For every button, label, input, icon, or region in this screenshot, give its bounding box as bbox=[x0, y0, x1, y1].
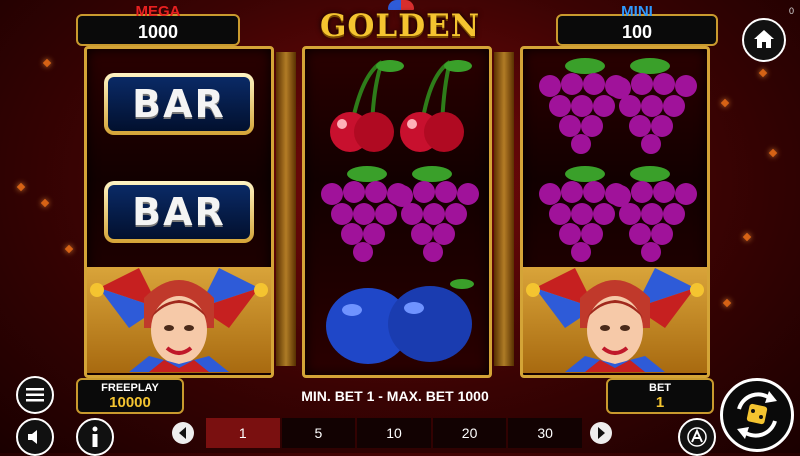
spin-button[interactable] bbox=[720, 378, 794, 452]
speaker-icon bbox=[28, 430, 37, 444]
plums-symbol-icon bbox=[326, 279, 474, 364]
freeplay-label: FREEPLAY bbox=[101, 382, 159, 394]
freeplay-display: FREEPLAY 10000 bbox=[76, 378, 184, 414]
reel-1: BAR BAR bbox=[84, 46, 274, 378]
hamburger-menu-icon bbox=[26, 388, 44, 402]
sparkle bbox=[42, 58, 52, 68]
reel-cell bbox=[87, 267, 271, 373]
home-icon bbox=[754, 30, 774, 48]
sparkle bbox=[16, 182, 26, 192]
sparkle bbox=[742, 232, 752, 242]
bet-option[interactable]: 30 bbox=[508, 418, 582, 448]
bet-value: 1 bbox=[655, 394, 665, 411]
info-icon bbox=[92, 426, 98, 447]
sparkle bbox=[64, 244, 74, 254]
autoplay-button[interactable] bbox=[678, 418, 716, 456]
bet-display: BET 1 bbox=[606, 378, 714, 414]
grapes-symbol-icon bbox=[321, 166, 479, 262]
sparkle bbox=[758, 68, 768, 78]
spin-icon bbox=[737, 391, 777, 439]
bet-selector: 1 5 10 20 30 bbox=[206, 418, 582, 448]
reel-divider bbox=[276, 52, 296, 366]
joker-symbol-icon bbox=[90, 268, 268, 372]
autoplay-icon bbox=[687, 427, 707, 447]
bar-symbol-text: BAR bbox=[132, 82, 226, 126]
bar-symbol-text: BAR bbox=[132, 190, 226, 234]
min-max-bet-text: MIN. BET 1 - MAX. BET 1000 bbox=[301, 388, 489, 404]
bar-symbol: BAR bbox=[104, 181, 254, 243]
sound-button[interactable] bbox=[16, 418, 54, 456]
info-button[interactable] bbox=[76, 418, 114, 456]
cherries-symbol-icon bbox=[330, 60, 472, 152]
sparkle bbox=[40, 198, 50, 208]
mini-jackpot: MINI 100 bbox=[556, 4, 718, 46]
menu-button[interactable] bbox=[16, 376, 54, 414]
freeplay-value: 10000 bbox=[109, 394, 151, 411]
bar-symbol: BAR bbox=[104, 73, 254, 135]
sparkle bbox=[768, 148, 778, 158]
chevron-left-icon bbox=[179, 427, 186, 439]
reel-cell bbox=[305, 267, 489, 373]
reel-2 bbox=[302, 46, 492, 378]
chevron-right-icon bbox=[598, 427, 605, 439]
mini-jackpot-value: 100 bbox=[621, 22, 653, 42]
mini-jackpot-label: MINI bbox=[621, 3, 653, 20]
bet-option[interactable]: 20 bbox=[432, 418, 507, 448]
reel-cell: BAR bbox=[87, 51, 271, 157]
home-button[interactable] bbox=[742, 18, 786, 62]
corner-counter: 0 bbox=[788, 6, 794, 16]
bet-label: BET bbox=[649, 382, 671, 394]
reel-cell bbox=[305, 51, 489, 157]
reel-cell: BAR bbox=[87, 159, 271, 265]
bet-option[interactable]: 5 bbox=[281, 418, 356, 448]
reel-cell bbox=[523, 51, 707, 157]
mega-jackpot: MEGA 1000 bbox=[76, 4, 240, 46]
sparkle bbox=[722, 298, 732, 308]
reel-3 bbox=[520, 46, 710, 378]
reel-divider bbox=[494, 52, 514, 366]
reel-cell bbox=[523, 159, 707, 265]
reel-cell bbox=[305, 159, 489, 265]
bet-prev-button[interactable] bbox=[172, 422, 194, 444]
sparkle bbox=[720, 98, 730, 108]
grapes-symbol-icon bbox=[539, 166, 697, 262]
bet-option[interactable]: 10 bbox=[357, 418, 431, 448]
reel-cell bbox=[523, 267, 707, 373]
bet-option[interactable]: 1 bbox=[206, 418, 280, 448]
bet-next-button[interactable] bbox=[590, 422, 612, 444]
joker-symbol-icon bbox=[526, 268, 704, 372]
mega-jackpot-value: 1000 bbox=[137, 22, 179, 42]
mega-jackpot-label: MEGA bbox=[135, 3, 181, 20]
game-logo: GOLDEN JOKER 27 bbox=[310, 8, 489, 88]
grapes-symbol-icon bbox=[539, 58, 697, 154]
